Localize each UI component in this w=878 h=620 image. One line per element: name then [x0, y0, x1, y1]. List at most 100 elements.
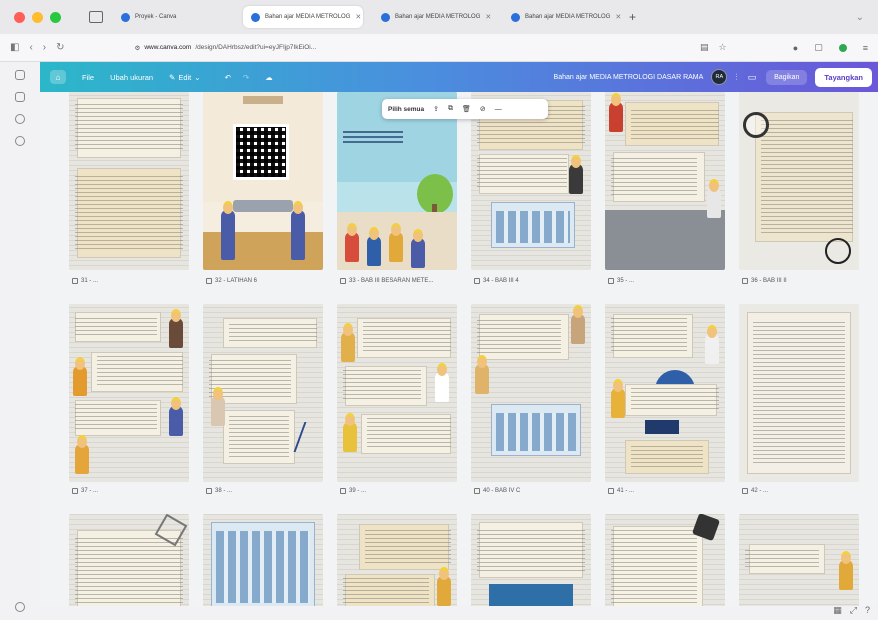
- canva-favicon-icon: [121, 12, 130, 22]
- page-icon: [474, 278, 480, 284]
- minimize-window-button[interactable]: [32, 11, 43, 23]
- menu-icon[interactable]: ≡: [863, 43, 868, 53]
- home-icon[interactable]: ⌂: [50, 70, 66, 84]
- tab-bahan-ajar-active[interactable]: Bahan ajar MEDIA METROLOG ✕: [243, 6, 363, 28]
- cloud-save-button[interactable]: ☁: [265, 73, 273, 82]
- page-icon: [206, 278, 212, 284]
- page-thumbnail-46[interactable]: [471, 514, 591, 606]
- new-tab-button[interactable]: +: [629, 10, 636, 24]
- duplicate-icon[interactable]: ⧉: [448, 105, 453, 113]
- expand-icon[interactable]: ⤢: [850, 605, 857, 616]
- page-icon: [72, 488, 78, 494]
- maximize-window-button[interactable]: [50, 11, 61, 23]
- page-thumbnail-40[interactable]: [471, 304, 591, 482]
- page-thumbnail-39[interactable]: [337, 304, 457, 482]
- page-icon: [72, 278, 78, 284]
- tab-overview-icon[interactable]: [89, 11, 103, 23]
- page-icon: [742, 278, 748, 284]
- page-label: 35 - ...: [608, 278, 634, 284]
- page-thumbnail-42[interactable]: [739, 304, 859, 482]
- page-icon: [474, 488, 480, 494]
- page-thumbnail-48[interactable]: [739, 514, 859, 606]
- sidebar-settings-icon[interactable]: [15, 136, 25, 146]
- page-thumbnail-36[interactable]: [739, 92, 859, 270]
- site-info-icon[interactable]: ⚙: [135, 44, 141, 52]
- select-all-button[interactable]: Pilih semua: [388, 106, 424, 113]
- view-controls: ▦ ⤢ ?: [833, 605, 870, 616]
- sidebar-customize-icon[interactable]: [15, 602, 25, 612]
- forward-icon[interactable]: ›: [43, 42, 46, 53]
- page-thumbnail-44[interactable]: [203, 514, 323, 606]
- close-tab-icon[interactable]: ✕: [615, 13, 621, 21]
- page-label: 31 - ...: [72, 278, 98, 284]
- trash-icon[interactable]: 🗑: [462, 105, 471, 113]
- sidebar-toggle-icon[interactable]: ◧: [10, 42, 19, 53]
- sidebar-bookmarks-icon[interactable]: [15, 92, 25, 102]
- share-button[interactable]: Bagikan: [766, 69, 808, 85]
- grid-view-icon[interactable]: ▦: [833, 605, 842, 616]
- toolbar-right: ● ▢ ≡: [793, 42, 868, 53]
- back-icon[interactable]: ‹: [29, 42, 32, 53]
- help-icon[interactable]: ?: [865, 605, 870, 616]
- page-icon: [608, 488, 614, 494]
- page-thumbnail-43[interactable]: [69, 514, 189, 606]
- comment-icon[interactable]: ▭: [748, 72, 757, 83]
- page-grid: 31 - ... 32 - LATIHAN 6 33 - BAB III BES…: [40, 92, 878, 606]
- sidebar-apps-icon[interactable]: [15, 70, 25, 80]
- page-thumbnail-38[interactable]: [203, 304, 323, 482]
- page-thumbnail-32[interactable]: [203, 92, 323, 270]
- tab-bahan-ajar-2[interactable]: Bahan ajar MEDIA METROLOG ✕: [373, 6, 493, 28]
- page-thumbnail-47[interactable]: [605, 514, 725, 606]
- page-thumbnail-35[interactable]: [605, 92, 725, 270]
- reader-icon[interactable]: ▤: [700, 42, 709, 53]
- redo-button[interactable]: ↷: [243, 73, 249, 82]
- canva-favicon-icon: [381, 12, 390, 22]
- extension-icon[interactable]: ●: [793, 43, 798, 53]
- sidebar-history-icon[interactable]: [15, 114, 25, 124]
- bookmark-icon[interactable]: ☆: [719, 42, 727, 53]
- undo-button[interactable]: ↶: [225, 73, 231, 82]
- page-label: 42 - ...: [742, 488, 768, 494]
- url-actions: ▤ ☆: [700, 42, 727, 53]
- redo-icon: ↷: [242, 72, 250, 82]
- canva-header: ⌂ File Ubah ukuran ✎ Edit ⌄ ↶ ↷ ☁ Bahan aj…: [40, 62, 878, 92]
- page-thumbnail-41[interactable]: [605, 304, 725, 482]
- page-label: 37 - ...: [72, 488, 98, 494]
- page-thumbnail-31[interactable]: [69, 92, 189, 270]
- close-window-button[interactable]: [14, 11, 25, 23]
- file-menu[interactable]: File: [82, 73, 94, 82]
- avatar[interactable]: RA: [711, 69, 728, 85]
- page-label: 33 - BAB III BESARAN METE...: [340, 278, 433, 284]
- tab-list-chevron-icon[interactable]: ⌄: [856, 12, 864, 23]
- present-button[interactable]: Tayangkan: [815, 67, 872, 87]
- page-label: 41 - ...: [608, 488, 634, 494]
- page-icon: [608, 278, 614, 284]
- hide-icon[interactable]: ⊘: [480, 105, 486, 113]
- page-thumbnail-45[interactable]: [337, 514, 457, 606]
- address-bar: ◧ ‹ › ↻ ⚙ www.canva.com/design/DAHrbsz/e…: [0, 34, 878, 62]
- window-controls: [14, 11, 61, 23]
- close-tab-icon[interactable]: ✕: [355, 13, 361, 21]
- cloud-icon: ☁: [265, 72, 273, 82]
- page-icon: [340, 488, 346, 494]
- page-label: 40 - BAB IV C: [474, 488, 520, 494]
- chevron-down-icon: ⌄: [194, 72, 201, 82]
- page-thumbnail-37[interactable]: [69, 304, 189, 482]
- canva-favicon-icon: [251, 12, 260, 22]
- url-field[interactable]: ⚙ www.canva.com/design/DAHrbsz/edit?ui=e…: [135, 44, 317, 52]
- status-dot-icon[interactable]: [838, 43, 847, 52]
- browser-tab-bar: Proyek - Canva Bahan ajar MEDIA METROLOG…: [0, 0, 878, 34]
- page-floating-toolbar: Pilih semua ⇪ ⧉ 🗑 ⊘ —: [382, 99, 548, 119]
- document-title[interactable]: Bahan ajar MEDIA METROLOGI DASAR RAMA: [554, 74, 704, 81]
- analytics-icon[interactable]: ⫶: [735, 72, 737, 83]
- share-page-icon[interactable]: ⇪: [433, 105, 439, 113]
- pencil-icon: ✎: [169, 72, 176, 82]
- tab-bahan-ajar-3[interactable]: Bahan ajar MEDIA METROLOG ✕: [503, 6, 623, 28]
- resize-menu[interactable]: Ubah ukuran: [110, 73, 153, 82]
- tab-proyek[interactable]: Proyek - Canva: [113, 6, 233, 28]
- close-tab-icon[interactable]: ✕: [485, 13, 491, 21]
- edit-menu[interactable]: ✎ Edit ⌄: [169, 73, 201, 82]
- more-options-icon[interactable]: —: [495, 106, 502, 113]
- shield-icon[interactable]: ▢: [814, 42, 823, 53]
- reload-icon[interactable]: ↻: [56, 42, 64, 53]
